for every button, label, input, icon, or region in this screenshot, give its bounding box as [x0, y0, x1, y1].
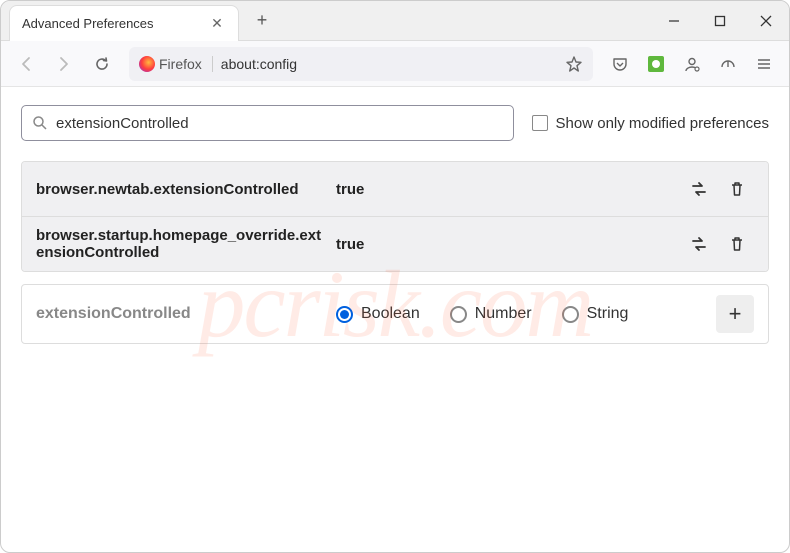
radio-label: Boolean [361, 305, 420, 323]
search-icon [32, 115, 48, 131]
account-icon[interactable] [675, 47, 709, 81]
forward-button[interactable] [47, 47, 81, 81]
type-radio-number[interactable]: Number [450, 305, 532, 323]
type-radio-boolean[interactable]: Boolean [336, 305, 420, 323]
overflow-icon[interactable] [711, 47, 745, 81]
checkbox-label-text: Show only modified preferences [556, 115, 769, 132]
url-input[interactable] [221, 56, 557, 72]
toggle-button[interactable] [682, 172, 716, 206]
pocket-icon[interactable] [603, 47, 637, 81]
new-preference-section: extensionControlled Boolean Number Strin… [21, 284, 769, 344]
preference-results: browser.newtab.extensionControlled true … [21, 161, 769, 272]
url-bar[interactable]: Firefox [129, 47, 593, 81]
radio-label: String [587, 305, 629, 323]
extension-icon[interactable] [639, 47, 673, 81]
delete-button[interactable] [720, 172, 754, 206]
search-input[interactable] [56, 115, 503, 132]
reload-button[interactable] [85, 47, 119, 81]
radio-icon [562, 306, 579, 323]
type-radio-string[interactable]: String [562, 305, 629, 323]
modified-only-checkbox[interactable]: Show only modified preferences [532, 115, 769, 132]
radio-icon [450, 306, 467, 323]
close-window-button[interactable] [743, 1, 789, 40]
close-tab-icon[interactable]: ✕ [208, 14, 226, 32]
new-preference-name: extensionControlled [36, 305, 336, 323]
firefox-logo-icon [139, 56, 155, 72]
identity-box[interactable]: Firefox [139, 56, 213, 72]
preference-row: browser.newtab.extensionControlled true [22, 162, 768, 217]
identity-label: Firefox [159, 56, 202, 72]
bookmark-star-icon[interactable] [565, 55, 583, 73]
browser-tab[interactable]: Advanced Preferences ✕ [9, 5, 239, 41]
add-preference-button[interactable]: + [716, 295, 754, 333]
preference-row: browser.startup.homepage_override.extens… [22, 217, 768, 271]
toggle-button[interactable] [682, 227, 716, 261]
radio-icon [336, 306, 353, 323]
radio-label: Number [475, 305, 532, 323]
preference-name: browser.startup.homepage_override.extens… [36, 227, 336, 261]
preference-value: true [336, 236, 678, 253]
tab-title: Advanced Preferences [22, 16, 208, 31]
type-options: Boolean Number String [336, 305, 716, 323]
maximize-button[interactable] [697, 1, 743, 40]
new-tab-button[interactable]: + [247, 6, 277, 36]
hamburger-menu-icon[interactable] [747, 47, 781, 81]
minimize-button[interactable] [651, 1, 697, 40]
titlebar: Advanced Preferences ✕ + [1, 1, 789, 41]
preference-value: true [336, 181, 678, 198]
delete-button[interactable] [720, 227, 754, 261]
window-controls [651, 1, 789, 40]
preference-name: browser.newtab.extensionControlled [36, 181, 336, 198]
checkbox-icon [532, 115, 548, 131]
search-box[interactable] [21, 105, 514, 141]
back-button[interactable] [9, 47, 43, 81]
toolbar: Firefox [1, 41, 789, 87]
page-content: Show only modified preferences browser.n… [1, 87, 789, 362]
